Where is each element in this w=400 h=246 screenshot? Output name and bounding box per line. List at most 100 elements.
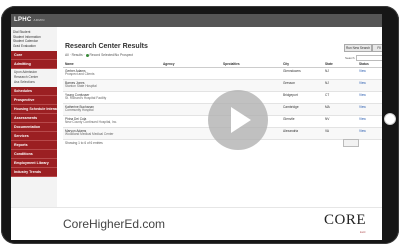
col-agency[interactable]: Agency <box>163 62 175 66</box>
view-link[interactable]: View <box>359 81 366 86</box>
col-state[interactable]: State <box>325 62 333 66</box>
sidebar-top-link[interactable]: Grad Evaluation <box>13 44 55 49</box>
run-new-search-button[interactable]: Run New Search <box>344 44 372 52</box>
cell-city: Glenvile <box>283 116 295 121</box>
sidebar-top-links: Dial Student Student Information Student… <box>11 27 57 51</box>
view-link[interactable]: View <box>359 129 366 134</box>
home-button[interactable] <box>384 113 396 125</box>
sidebar-item-label: Assessments <box>14 115 38 120</box>
sidebar-sub-selections[interactable]: Ass Selections <box>14 80 35 84</box>
cell-name[interactable]: Barnes Jones Stanton State Hospital <box>65 80 97 90</box>
row-org: New County Continued Hospital, Inc. <box>65 120 118 125</box>
col-name[interactable]: Name <box>65 62 74 66</box>
site-url[interactable]: CoreHigherEd.com <box>63 217 165 231</box>
row-name: Maryon Adams <box>65 128 87 133</box>
app-logo[interactable]: LPHC ADMIN <box>14 17 45 23</box>
sidebar-top-link[interactable]: Student Calendar <box>13 39 55 44</box>
page-title: Research Center Results <box>65 43 148 50</box>
sidebar-item-label: Schedules <box>14 88 32 93</box>
brand-logo[interactable]: CORE <box>324 212 366 229</box>
sidebar-item-schedules[interactable]: Schedules <box>11 87 57 96</box>
col-status[interactable]: Status <box>359 62 369 66</box>
cell-state: VA <box>325 128 330 133</box>
sidebar-item-conditions[interactable]: Conditions <box>11 150 57 159</box>
col-city[interactable]: City <box>283 62 289 66</box>
row-name: Barnes Jones <box>65 80 85 85</box>
footer-bar: CoreHigherEd.com CORE LLC <box>11 207 382 240</box>
sidebar-item-label: Housing Schedule Interactions <box>14 106 67 111</box>
pagination[interactable] <box>343 139 359 147</box>
filter-button[interactable]: Fil <box>372 44 382 52</box>
logo-subtext: ADMIN <box>33 18 45 22</box>
cell-name[interactable]: Young Confusser St. Richard's Hospital Fa… <box>65 92 106 102</box>
cell-city: Gresson <box>283 80 296 85</box>
cell-state: NJ <box>325 68 329 73</box>
sidebar-item-assessments[interactable]: Assessments <box>11 114 57 123</box>
row-name: Katherine Buchanan <box>65 104 94 109</box>
sidebar-top-link[interactable]: Student Information <box>13 35 55 40</box>
view-link[interactable]: View <box>359 105 366 110</box>
sidebar-sub-research-center[interactable]: Research Center <box>14 75 38 79</box>
sidebar-item-core[interactable]: Core <box>11 51 57 60</box>
screen: LPHC ADMIN Dial Student Student Informati… <box>11 14 382 240</box>
row-name: Gerber Adams <box>65 68 86 73</box>
sidebar-item-label: Admitting <box>14 61 31 66</box>
cell-city: Bridgeport <box>283 92 298 97</box>
sidebar-item-services[interactable]: Services <box>11 132 57 141</box>
table-row[interactable]: Barnes Jones Stanton State Hospital Gress… <box>63 80 382 92</box>
row-org: Community Hospital <box>65 108 94 113</box>
sidebar-item-documentation[interactable]: Documentation <box>11 123 57 132</box>
row-name: Phina Dei Cola <box>65 116 87 121</box>
cell-state: CT <box>325 92 330 97</box>
cell-name[interactable]: Maryon Adams Woodland Medical Medical Cen… <box>65 128 114 138</box>
summary-mid: Results <box>71 53 83 57</box>
col-specialties[interactable]: Specialties <box>223 62 240 66</box>
sidebar-item-label: Employment Library <box>14 160 49 165</box>
sidebar-item-label: Industry Trends <box>14 169 41 174</box>
sidebar: Dial Student Student Information Student… <box>11 27 67 207</box>
cell-state: NV <box>325 116 330 121</box>
top-bar: LPHC ADMIN <box>11 14 382 27</box>
sidebar-sub-upon-admission[interactable]: Upon Admission <box>14 70 37 74</box>
view-link[interactable]: View <box>359 93 366 98</box>
play-button-icon[interactable] <box>208 90 268 150</box>
view-link[interactable]: View <box>359 69 366 74</box>
results-summary: All · Results · Record Selected/No Prosp… <box>65 53 133 57</box>
row-name: Young Confusser <box>65 92 90 97</box>
sidebar-item-label: Core <box>14 52 23 57</box>
cell-name[interactable]: Gerber Adams Prospect and Clients <box>65 68 95 78</box>
brand-subtext: LLC <box>360 230 366 234</box>
sidebar-item-employment-library[interactable]: Employment Library <box>11 159 57 168</box>
summary-suffix: Record Selected/No Prospect <box>89 53 133 57</box>
tablet-frame: LPHC ADMIN Dial Student Student Informati… <box>1 6 399 244</box>
sidebar-item-label: Reports <box>14 142 28 147</box>
summary-prefix: All <box>65 53 69 57</box>
table-row[interactable]: Gerber Adams Prospect and Clients Glenndo… <box>63 68 382 80</box>
table-header: Name Agency Specialties City State Statu… <box>63 61 382 68</box>
search-input[interactable] <box>356 55 382 61</box>
cell-name[interactable]: Katherine Buchanan Community Hospital <box>65 104 94 114</box>
sidebar-item-admitting[interactable]: Admitting <box>11 60 57 69</box>
sidebar-item-label: Conditions <box>14 151 33 156</box>
cell-city: Cambridge <box>283 104 299 109</box>
sidebar-item-housing[interactable]: Housing Schedule Interactions <box>11 105 67 114</box>
table-footer: Showing 1 to 6 of 6 entries <box>65 141 103 145</box>
cell-state: NJ <box>325 80 329 85</box>
sidebar-top-link[interactable]: Dial Student <box>13 30 55 35</box>
cell-name[interactable]: Phina Dei Cola New County Continued Hospi… <box>65 116 118 126</box>
status-dot-icon <box>85 53 89 57</box>
row-org: Prospect and Clients <box>65 72 95 77</box>
view-link[interactable]: View <box>359 117 366 122</box>
cell-city: Alexandria <box>283 128 299 133</box>
cell-city: Glenndowns <box>283 68 301 73</box>
sidebar-item-reports[interactable]: Reports <box>11 141 57 150</box>
sidebar-item-label: Services <box>14 133 29 138</box>
row-org: Stanton State Hospital <box>65 84 97 89</box>
cell-state: MA <box>325 104 330 109</box>
sidebar-item-prospective[interactable]: Prospective <box>11 96 57 105</box>
sidebar-item-label: Documentation <box>14 124 41 129</box>
logo-text: LPHC <box>14 17 32 23</box>
row-org: Woodland Medical Medical Center <box>65 132 114 137</box>
sidebar-item-industry-trends[interactable]: Industry Trends <box>11 168 57 177</box>
search-label: Search <box>345 56 355 60</box>
